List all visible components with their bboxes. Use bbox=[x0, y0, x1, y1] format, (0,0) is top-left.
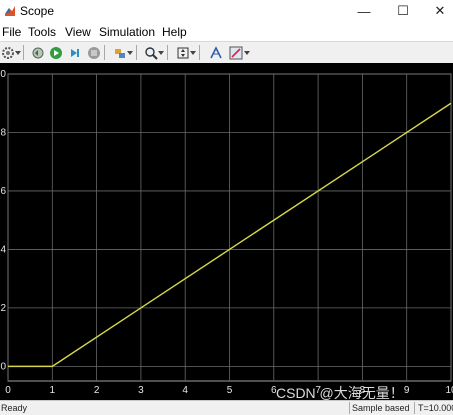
x-tick-label: 10 bbox=[445, 385, 453, 396]
menu-tools[interactable]: Tools bbox=[28, 25, 56, 39]
x-tick-label: 5 bbox=[227, 385, 233, 396]
style-icon[interactable] bbox=[228, 45, 243, 60]
menu-help[interactable]: Help bbox=[162, 25, 187, 39]
y-tick-label: 4 bbox=[0, 244, 6, 255]
x-tick-label: 1 bbox=[50, 385, 56, 396]
y-tick-label: 10 bbox=[0, 69, 6, 80]
restore-icon[interactable] bbox=[30, 45, 45, 60]
toolbar-separator bbox=[136, 45, 137, 60]
style-dropdown-icon[interactable] bbox=[244, 51, 250, 55]
toolbar bbox=[0, 41, 453, 64]
minimize-icon[interactable]: — bbox=[349, 0, 379, 22]
autoscale-icon[interactable] bbox=[175, 45, 190, 60]
stop-icon[interactable] bbox=[86, 45, 101, 60]
settings-icon[interactable] bbox=[0, 45, 15, 60]
zoom-icon[interactable] bbox=[143, 45, 158, 60]
toolbar-separator bbox=[167, 45, 168, 60]
menu-simulation[interactable]: Simulation bbox=[99, 25, 155, 39]
status-sim-time: T=10.000 bbox=[418, 403, 453, 413]
matlab-logo-icon bbox=[5, 6, 15, 16]
toolbar-separator bbox=[199, 45, 200, 60]
toolbar-separator bbox=[104, 45, 105, 60]
run-icon[interactable] bbox=[48, 45, 63, 60]
x-tick-label: 9 bbox=[404, 385, 410, 396]
title-bar: Scope — ☐ ✕ bbox=[0, 0, 453, 22]
x-tick-label: 0 bbox=[5, 385, 11, 396]
y-tick-label: 6 bbox=[0, 186, 6, 197]
zoom-dropdown-icon[interactable] bbox=[158, 51, 164, 55]
y-tick-label: 2 bbox=[0, 303, 6, 314]
step-forward-icon[interactable] bbox=[67, 45, 82, 60]
close-icon[interactable]: ✕ bbox=[425, 0, 453, 22]
autoscale-dropdown-icon[interactable] bbox=[190, 51, 196, 55]
x-tick-label: 4 bbox=[182, 385, 188, 396]
menu-view[interactable]: View bbox=[65, 25, 91, 39]
status-separator bbox=[349, 402, 350, 414]
toolbar-separator bbox=[23, 45, 24, 60]
y-tick-label: 8 bbox=[0, 127, 6, 138]
menu-bar: File Tools View Simulation Help bbox=[0, 22, 453, 41]
status-sample-mode: Sample based bbox=[352, 403, 410, 413]
window-title: Scope bbox=[20, 4, 55, 18]
menu-file[interactable]: File bbox=[2, 25, 21, 39]
x-tick-label: 2 bbox=[94, 385, 100, 396]
cursor-measure-icon[interactable] bbox=[208, 45, 223, 60]
status-separator bbox=[414, 402, 415, 414]
highlight-icon[interactable] bbox=[112, 45, 127, 60]
highlight-dropdown-icon[interactable] bbox=[127, 51, 133, 55]
y-tick-label: 0 bbox=[0, 361, 6, 372]
scope-plot[interactable]: 0123456789100246810 bbox=[0, 63, 453, 400]
maximize-icon[interactable]: ☐ bbox=[388, 0, 418, 22]
status-bar: Ready Sample based T=10.000 bbox=[0, 400, 453, 415]
status-ready: Ready bbox=[1, 403, 28, 413]
settings-dropdown-icon[interactable] bbox=[15, 51, 21, 55]
x-tick-label: 3 bbox=[138, 385, 144, 396]
